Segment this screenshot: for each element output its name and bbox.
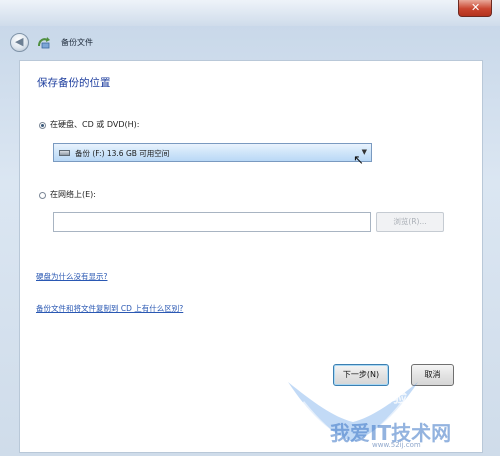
mouse-cursor-icon: ↖ (353, 153, 364, 168)
back-arrow-icon: ◀ (15, 35, 24, 48)
close-icon: ✕ (471, 1, 481, 14)
main-panel: 保存备份的位置 在硬盘、CD 或 DVD(H): 备份 (F:) 13.6 GB… (19, 60, 483, 453)
browse-button[interactable]: 浏览(R)... (376, 212, 444, 232)
window-title: 备份文件 (61, 38, 93, 47)
close-button[interactable]: ✕ (458, 0, 492, 17)
cancel-button[interactable]: 取消 (411, 364, 454, 386)
drive-icon (59, 150, 70, 156)
radio-local-drive-label[interactable]: 在硬盘、CD 或 DVD(H): (50, 119, 139, 130)
drive-select[interactable]: 备份 (F:) 13.6 GB 可用空间 ▼ (53, 143, 372, 162)
page-heading: 保存备份的位置 (37, 77, 111, 89)
why-disk-not-shown-link[interactable]: 硬盘为什么没有显示? (36, 271, 107, 282)
drive-select-value: 备份 (F:) 13.6 GB 可用空间 (75, 149, 170, 158)
radio-network-label[interactable]: 在网络上(E): (50, 189, 96, 200)
title-bar (0, 0, 500, 26)
radio-network[interactable] (39, 192, 46, 199)
back-button[interactable]: ◀ (10, 33, 29, 52)
radio-local-drive[interactable] (39, 122, 46, 129)
backup-vs-copy-link[interactable]: 备份文件和将文件复制到 CD 上有什么区别? (36, 303, 183, 314)
window-frame: ✕ ◀ 备份文件 保存备份的位置 在硬盘、CD 或 DVD(H): 备份 (F:… (0, 0, 500, 456)
network-path-input[interactable] (53, 212, 371, 232)
backup-app-icon (38, 37, 50, 49)
next-button[interactable]: 下一步(N) (333, 364, 389, 386)
